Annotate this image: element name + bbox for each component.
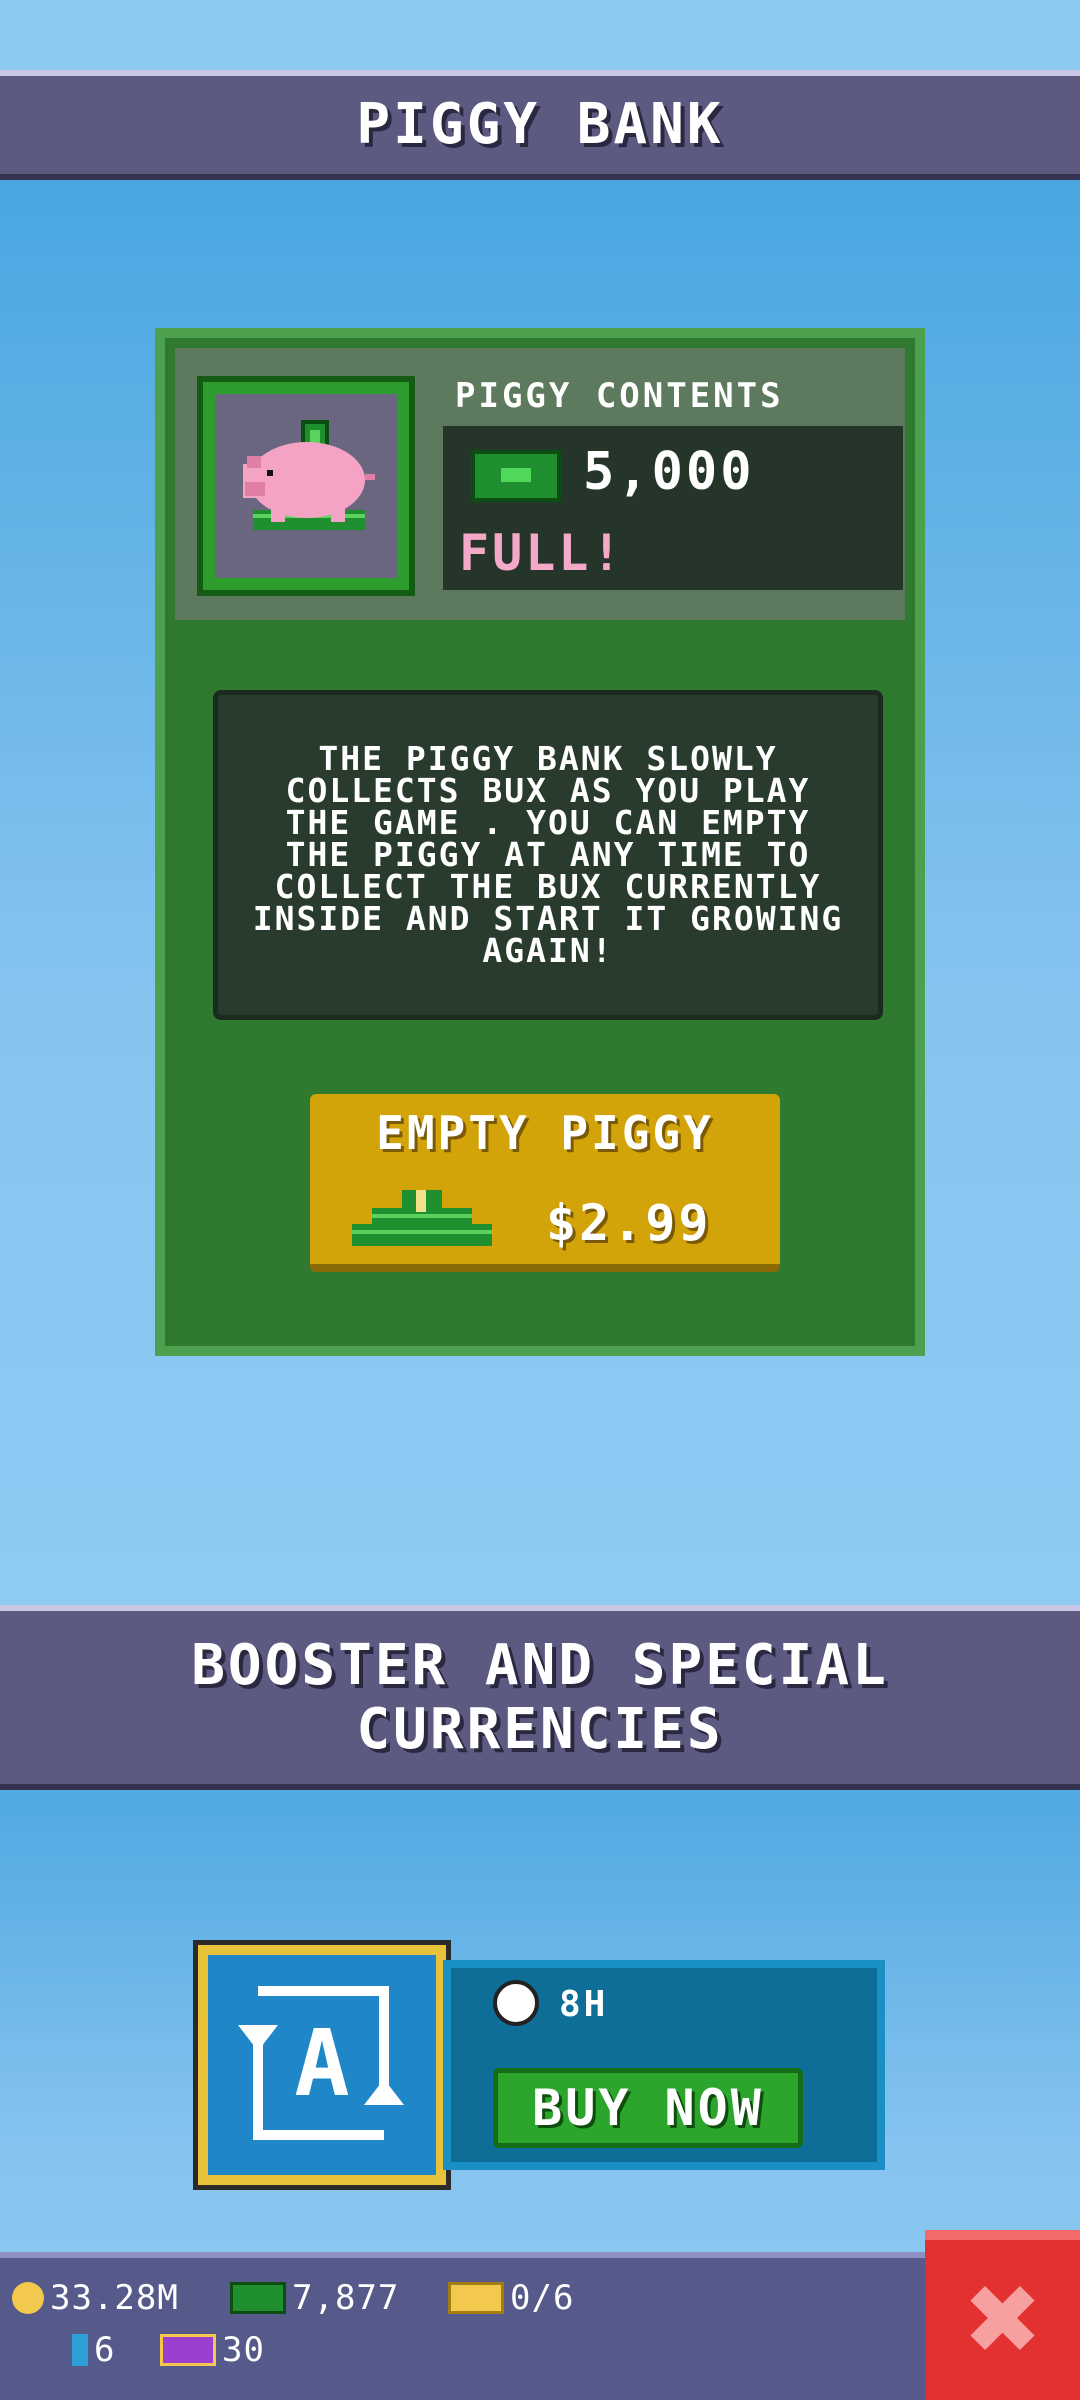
- coin-counter: 33.28M: [12, 2278, 179, 2318]
- booster-title: BOOSTER AND SPECIAL CURRENCIES: [191, 1632, 889, 1762]
- bux-counter: 7,877: [230, 2278, 399, 2318]
- currency-bar: 33.28M 7,877 0/6 6 30: [0, 2252, 925, 2400]
- booster-icon-frame: A: [193, 1940, 451, 2190]
- piggy-description: THE PIGGY BANK SLOWLY COLLECTS BUX AS YO…: [252, 739, 844, 970]
- piggy-bank-banner: PIGGY BANK: [0, 70, 1080, 180]
- empty-piggy-button[interactable]: EMPTY PIGGY $2.99: [310, 1094, 780, 1272]
- piggy-status: FULL!: [459, 524, 625, 582]
- piggy-bank-title: PIGGY BANK: [356, 92, 724, 157]
- bux-value: 7,877: [292, 2278, 400, 2318]
- piggy-contents-body: 5,000 FULL!: [443, 426, 903, 590]
- pig-icon: [215, 394, 397, 578]
- coin-value: 33.28M: [50, 2278, 179, 2318]
- ticket-counter: 0/6: [448, 2278, 574, 2318]
- empty-piggy-price: $2.99: [546, 1194, 712, 1252]
- vip-counter: 30: [160, 2330, 265, 2370]
- vip-icon: [160, 2334, 216, 2366]
- gem-value: 6: [94, 2330, 116, 2370]
- svg-text:A: A: [294, 2010, 349, 2117]
- piggy-contents-label: PIGGY CONTENTS: [455, 376, 784, 416]
- booster-card: A 8H BUY NOW: [193, 1940, 885, 2190]
- cash-stack-icon: [352, 1190, 492, 1246]
- close-button[interactable]: ✖: [925, 2230, 1080, 2400]
- booster-banner: BOOSTER AND SPECIAL CURRENCIES: [0, 1605, 1080, 1790]
- gem-icon: [72, 2334, 88, 2366]
- auto-refresh-icon: A: [208, 1955, 436, 2175]
- buy-now-button[interactable]: BUY NOW: [493, 2068, 803, 2148]
- piggy-contents-header: PIGGY CONTENTS: [443, 370, 903, 426]
- piggy-bank-card: PIGGY CONTENTS 5,000 FULL! THE PIGGY BAN…: [155, 328, 925, 1356]
- piggy-top-panel: PIGGY CONTENTS 5,000 FULL!: [175, 348, 905, 620]
- timer-icon: [493, 1980, 539, 2026]
- vip-value: 30: [222, 2330, 265, 2370]
- empty-piggy-label: EMPTY PIGGY: [376, 1106, 714, 1160]
- gem-counter: 6: [72, 2330, 115, 2370]
- booster-info-panel: 8H BUY NOW: [443, 1960, 885, 2170]
- bux-icon: [471, 450, 561, 502]
- piggy-amount: 5,000: [583, 442, 755, 502]
- booster-timer: 8H: [559, 1984, 609, 2025]
- ticket-value: 0/6: [510, 2278, 575, 2318]
- coin-icon: [12, 2282, 44, 2314]
- bux-small-icon: [230, 2282, 286, 2314]
- buy-now-label: BUY NOW: [532, 2079, 764, 2137]
- ticket-icon: [448, 2282, 504, 2314]
- piggy-description-box: THE PIGGY BANK SLOWLY COLLECTS BUX AS YO…: [213, 690, 883, 1020]
- pig-frame: [197, 376, 415, 596]
- close-icon: ✖: [962, 2264, 1043, 2376]
